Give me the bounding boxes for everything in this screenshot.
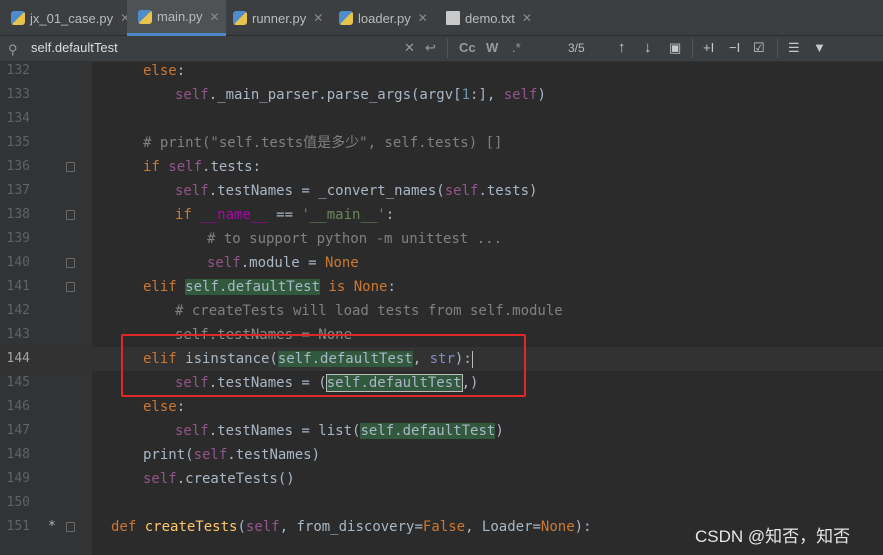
- divider: [692, 39, 693, 58]
- new-line-icon[interactable]: ↩: [425, 40, 436, 56]
- code-line[interactable]: 134: [0, 107, 883, 131]
- code-line[interactable]: 142 # createTests will load tests from s…: [0, 299, 883, 323]
- clear-search-icon[interactable]: ✕: [404, 40, 415, 56]
- line-number: 141: [6, 279, 30, 294]
- regex-button[interactable]: .*: [512, 40, 521, 55]
- code-line[interactable]: 140 self.module = None: [0, 251, 883, 275]
- line-number: 145: [6, 375, 30, 390]
- match-count: 3/5: [568, 41, 585, 55]
- code-editor[interactable]: 132 else: 133 self._main_parser.parse_ar…: [0, 62, 883, 555]
- close-tab-icon[interactable]: ✕: [210, 10, 220, 24]
- select-occurrences-icon[interactable]: ☑: [753, 40, 765, 56]
- search-icon[interactable]: ⚲: [8, 42, 18, 58]
- previous-occurrence-icon[interactable]: ↑: [618, 39, 626, 56]
- tab-main[interactable]: main.py ✕: [127, 0, 226, 36]
- close-tab-icon[interactable]: ✕: [418, 11, 428, 25]
- line-number: 143: [6, 327, 30, 342]
- line-number: 140: [6, 255, 30, 270]
- remove-occurrence-icon[interactable]: −I: [729, 40, 740, 55]
- tab-label: demo.txt: [465, 10, 515, 26]
- tab-runner[interactable]: runner.py ✕: [222, 0, 323, 36]
- annotation-highlight-box: [121, 334, 526, 397]
- line-number: 142: [6, 303, 30, 318]
- tab-loader[interactable]: loader.py ✕: [328, 0, 428, 36]
- tab-label: runner.py: [252, 10, 307, 26]
- line-number: 149: [6, 471, 30, 486]
- tab-label: jx_01_case.py: [30, 10, 114, 26]
- whole-words-button[interactable]: W: [486, 40, 498, 55]
- tab-jx-01-case[interactable]: jx_01_case.py ✕: [0, 0, 130, 36]
- filter-options-icon[interactable]: ☰: [788, 40, 800, 56]
- fold-marker-icon[interactable]: [66, 282, 75, 292]
- code-line[interactable]: 139 # to support python -m unittest ...: [0, 227, 883, 251]
- search-match: self.defaultTest: [360, 423, 496, 439]
- code-line[interactable]: 132 else:: [0, 59, 883, 83]
- text-file-icon: [446, 11, 460, 25]
- fold-marker-icon[interactable]: [66, 210, 75, 220]
- line-number: 137: [6, 183, 30, 198]
- line-number: 147: [6, 423, 30, 438]
- close-tab-icon[interactable]: ✕: [313, 11, 323, 25]
- line-number: 134: [6, 111, 30, 126]
- tab-label: main.py: [157, 9, 203, 24]
- search-input[interactable]: self.defaultTest: [31, 40, 118, 55]
- line-number: 133: [6, 87, 30, 102]
- code-line[interactable]: 150: [0, 491, 883, 515]
- code-line[interactable]: 136 if self.tests:: [0, 155, 883, 179]
- next-occurrence-icon[interactable]: ↓: [644, 39, 652, 56]
- filter-icon[interactable]: ▼: [813, 40, 826, 55]
- code-line[interactable]: 138 if __name__ == '__main__':: [0, 203, 883, 227]
- fold-marker-icon[interactable]: [66, 522, 75, 532]
- code-line[interactable]: 147 self.testNames = list(self.defaultTe…: [0, 419, 883, 443]
- line-number: 139: [6, 231, 30, 246]
- fold-marker-icon[interactable]: [66, 162, 75, 172]
- line-number: 132: [6, 63, 30, 78]
- code-line[interactable]: 141 elif self.defaultTest is None:: [0, 275, 883, 299]
- fold-marker-icon[interactable]: [66, 258, 75, 268]
- close-tab-icon[interactable]: ✕: [522, 11, 532, 25]
- code-line[interactable]: 135 # print("self.tests值是多少", self.tests…: [0, 131, 883, 155]
- code-line[interactable]: 148 print(self.testNames): [0, 443, 883, 467]
- tab-label: loader.py: [358, 10, 411, 26]
- divider: [777, 39, 778, 58]
- code-line[interactable]: 133 self._main_parser.parse_args(argv[1:…: [0, 83, 883, 107]
- python-file-icon: [233, 11, 247, 25]
- divider: [447, 39, 448, 58]
- select-all-occurrences-icon[interactable]: ▣: [669, 40, 681, 56]
- watermark: CSDN @知否，知否: [695, 527, 851, 546]
- tab-demo[interactable]: demo.txt ✕: [435, 0, 532, 36]
- code-line[interactable]: 137 self.testNames = _convert_names(self…: [0, 179, 883, 203]
- editor-tab-bar: jx_01_case.py ✕ main.py ✕ runner.py ✕ lo…: [0, 0, 883, 36]
- line-number: 146: [6, 399, 30, 414]
- modified-marker: *: [48, 519, 56, 534]
- search-match: self.defaultTest: [185, 279, 321, 295]
- line-number: 138: [6, 207, 30, 222]
- code-line[interactable]: 149 self.createTests(): [0, 467, 883, 491]
- python-file-icon: [339, 11, 353, 25]
- line-number: 135: [6, 135, 30, 150]
- line-number: 151: [6, 519, 30, 534]
- python-file-icon: [138, 9, 152, 24]
- python-file-icon: [11, 11, 25, 25]
- line-number: 136: [6, 159, 30, 174]
- match-case-button[interactable]: Cc: [459, 40, 476, 55]
- line-number: 148: [6, 447, 30, 462]
- line-number: 150: [6, 495, 30, 510]
- code-line[interactable]: 146 else:: [0, 395, 883, 419]
- line-number: 144: [6, 351, 30, 366]
- add-occurrence-icon[interactable]: +I: [703, 40, 714, 55]
